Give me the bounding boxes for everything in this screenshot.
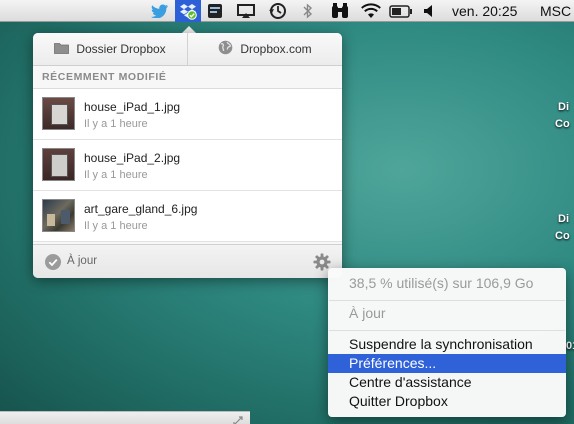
terminal-icon[interactable] [206,2,224,20]
open-dropbox-folder-label: Dossier Dropbox [76,42,166,56]
battery-icon[interactable] [388,2,414,20]
globe-icon [218,40,233,58]
menu-user[interactable]: MSC [540,3,571,19]
file-name: house_iPad_1.jpg [84,100,181,114]
volume-icon[interactable] [422,2,436,20]
open-dropbox-website-button[interactable]: Dropbox.com [187,33,342,65]
sync-status-item: À jour [349,305,386,321]
storage-usage-item: 38,5 % utilisé(s) sur 106,9 Go [349,275,534,291]
recent-file-item[interactable]: house_iPad_2.jpg Il y a 1 heure [33,140,342,191]
desktop-label[interactable]: Di [558,213,569,225]
file-name: house_iPad_2.jpg [84,151,181,165]
help-center-menu-item[interactable]: Centre d'assistance [328,373,566,392]
wifi-icon[interactable] [360,2,382,20]
resize-icon[interactable] [232,412,244,424]
airplay-icon[interactable] [236,2,256,20]
open-dropbox-folder-button[interactable]: Dossier Dropbox [33,33,187,65]
menu-separator [329,300,565,301]
file-time: Il y a 1 heure [84,169,148,181]
background-window [0,411,250,424]
file-time: Il y a 1 heure [84,220,148,232]
desktop-label[interactable]: Co [555,230,570,242]
checkmark-icon [45,254,61,270]
preferences-menu-item[interactable]: Préférences... [328,354,566,373]
recent-file-item[interactable]: art_gare_gland_6.jpg Il y a 1 heure [33,191,342,242]
time-machine-icon[interactable] [268,2,288,20]
desktop-label[interactable]: Co [555,118,570,130]
dropbox-popup: Dossier Dropbox Dropbox.com RÉCEMMENT MO… [33,33,342,278]
menu-separator [329,330,565,331]
desktop-label[interactable]: 01 [566,340,574,352]
file-name: art_gare_gland_6.jpg [84,202,198,216]
pause-sync-menu-item[interactable]: Suspendre la synchronisation [328,335,566,354]
file-time: Il y a 1 heure [84,118,148,130]
desktop-label[interactable]: Di [558,101,569,113]
quit-dropbox-menu-item[interactable]: Quitter Dropbox [328,392,566,411]
twitter-icon[interactable] [150,2,170,20]
file-thumbnail [42,199,75,232]
folder-icon [54,42,70,57]
recent-file-item[interactable]: house_iPad_1.jpg Il y a 1 heure [33,89,342,140]
file-thumbnail [42,97,75,130]
settings-context-menu: 38,5 % utilisé(s) sur 106,9 Go À jour Su… [328,268,566,417]
menu-clock[interactable]: ven. 20:25 [452,3,517,19]
sync-status-text: À jour [67,255,98,267]
popup-status-bar: À jour [33,244,342,278]
dropbox-icon[interactable] [178,2,198,20]
menu-bar: ven. 20:25 MSC [0,0,574,22]
file-thumbnail [42,148,75,181]
open-dropbox-website-label: Dropbox.com [240,42,312,56]
bluetooth-icon[interactable] [301,2,315,20]
recent-files-header: RÉCEMMENT MODIFIÉ [42,71,167,83]
popup-toolbar: Dossier Dropbox Dropbox.com [33,33,342,66]
binoculars-icon[interactable] [330,2,350,20]
